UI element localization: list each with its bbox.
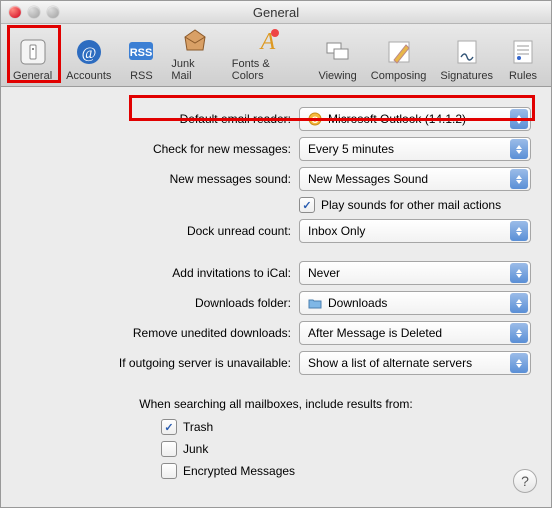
label-default-reader: Default email reader:: [21, 112, 299, 126]
toolbar-label: Accounts: [66, 70, 111, 82]
general-icon: [17, 36, 49, 68]
fonts-icon: A: [252, 24, 284, 56]
select-value: Downloads: [328, 296, 387, 310]
chevron-updown-icon: [510, 169, 528, 189]
select-ical[interactable]: Never: [299, 261, 531, 285]
svg-text:O: O: [311, 115, 318, 125]
toolbar-label: Fonts & Colors: [232, 58, 305, 82]
checkbox-trash[interactable]: Trash: [161, 419, 531, 435]
folder-icon: [308, 296, 322, 310]
checkbox-play-sounds[interactable]: Play sounds for other mail actions: [299, 197, 501, 213]
help-icon: ?: [521, 473, 529, 489]
window-title: General: [1, 5, 551, 20]
toolbar-rss[interactable]: RSS RSS: [119, 34, 163, 84]
rules-icon: [507, 36, 539, 68]
toolbar-accounts[interactable]: @ Accounts: [60, 34, 117, 84]
search-section: When searching all mailboxes, include re…: [21, 397, 531, 479]
chevron-updown-icon: [510, 323, 528, 343]
select-value: Microsoft Outlook (14.1.2): [328, 112, 466, 126]
toolbar-composing[interactable]: Composing: [365, 34, 433, 84]
chevron-updown-icon: [510, 109, 528, 129]
select-value: Show a list of alternate servers: [308, 356, 472, 370]
checkbox-icon: [161, 419, 177, 435]
chevron-updown-icon: [510, 221, 528, 241]
rss-icon: RSS: [125, 36, 157, 68]
toolbar-fonts[interactable]: A Fonts & Colors: [226, 22, 311, 84]
toolbar-label: General: [13, 70, 52, 82]
toolbar-label: Signatures: [440, 70, 493, 82]
select-downloads[interactable]: Downloads: [299, 291, 531, 315]
select-default-reader[interactable]: O Microsoft Outlook (14.1.2): [299, 107, 531, 131]
titlebar: General: [1, 1, 551, 24]
select-value: New Messages Sound: [308, 172, 428, 186]
label-dock: Dock unread count:: [21, 224, 299, 238]
select-dock[interactable]: Inbox Only: [299, 219, 531, 243]
chevron-updown-icon: [510, 353, 528, 373]
checkbox-encrypted[interactable]: Encrypted Messages: [161, 463, 531, 479]
preferences-body: Default email reader: O Microsoft Outloo…: [1, 87, 551, 489]
checkbox-label: Trash: [183, 420, 213, 434]
toolbar-label: Junk Mail: [171, 58, 217, 82]
checkbox-icon: [161, 441, 177, 457]
select-remove[interactable]: After Message is Deleted: [299, 321, 531, 345]
preferences-window: General General @ Accounts RSS RSS Junk …: [0, 0, 552, 508]
search-header: When searching all mailboxes, include re…: [21, 397, 531, 411]
toolbar-viewing[interactable]: Viewing: [312, 34, 362, 84]
toolbar-general[interactable]: General: [7, 34, 58, 84]
viewing-icon: [322, 36, 354, 68]
label-sound: New messages sound:: [21, 172, 299, 186]
label-check-messages: Check for new messages:: [21, 142, 299, 156]
checkbox-label: Encrypted Messages: [183, 464, 295, 478]
toolbar: General @ Accounts RSS RSS Junk Mail A F…: [1, 24, 551, 87]
signatures-icon: [451, 36, 483, 68]
toolbar-label: Viewing: [318, 70, 356, 82]
checkbox-junk[interactable]: Junk: [161, 441, 531, 457]
checkbox-icon: [299, 197, 315, 213]
toolbar-label: Composing: [371, 70, 427, 82]
toolbar-signatures[interactable]: Signatures: [434, 34, 499, 84]
toolbar-label: RSS: [130, 70, 153, 82]
checkbox-label: Junk: [183, 442, 208, 456]
svg-text:@: @: [81, 45, 96, 62]
chevron-updown-icon: [510, 139, 528, 159]
select-value: Never: [308, 266, 340, 280]
chevron-updown-icon: [510, 293, 528, 313]
select-value: Inbox Only: [308, 224, 365, 238]
accounts-icon: @: [73, 36, 105, 68]
select-value: After Message is Deleted: [308, 326, 442, 340]
junk-icon: [179, 24, 211, 56]
label-outgoing: If outgoing server is unavailable:: [21, 356, 299, 370]
outlook-icon: O: [308, 112, 322, 126]
toolbar-label: Rules: [509, 70, 537, 82]
select-sound[interactable]: New Messages Sound: [299, 167, 531, 191]
checkbox-icon: [161, 463, 177, 479]
select-value: Every 5 minutes: [308, 142, 394, 156]
select-outgoing[interactable]: Show a list of alternate servers: [299, 351, 531, 375]
toolbar-rules[interactable]: Rules: [501, 34, 545, 84]
select-check-messages[interactable]: Every 5 minutes: [299, 137, 531, 161]
label-downloads: Downloads folder:: [21, 296, 299, 310]
chevron-updown-icon: [510, 263, 528, 283]
help-button[interactable]: ?: [513, 469, 537, 493]
checkbox-label: Play sounds for other mail actions: [321, 198, 501, 212]
label-remove: Remove unedited downloads:: [21, 326, 299, 340]
svg-text:RSS: RSS: [130, 47, 153, 59]
label-ical: Add invitations to iCal:: [21, 266, 299, 280]
toolbar-junk[interactable]: Junk Mail: [165, 22, 223, 84]
composing-icon: [383, 36, 415, 68]
